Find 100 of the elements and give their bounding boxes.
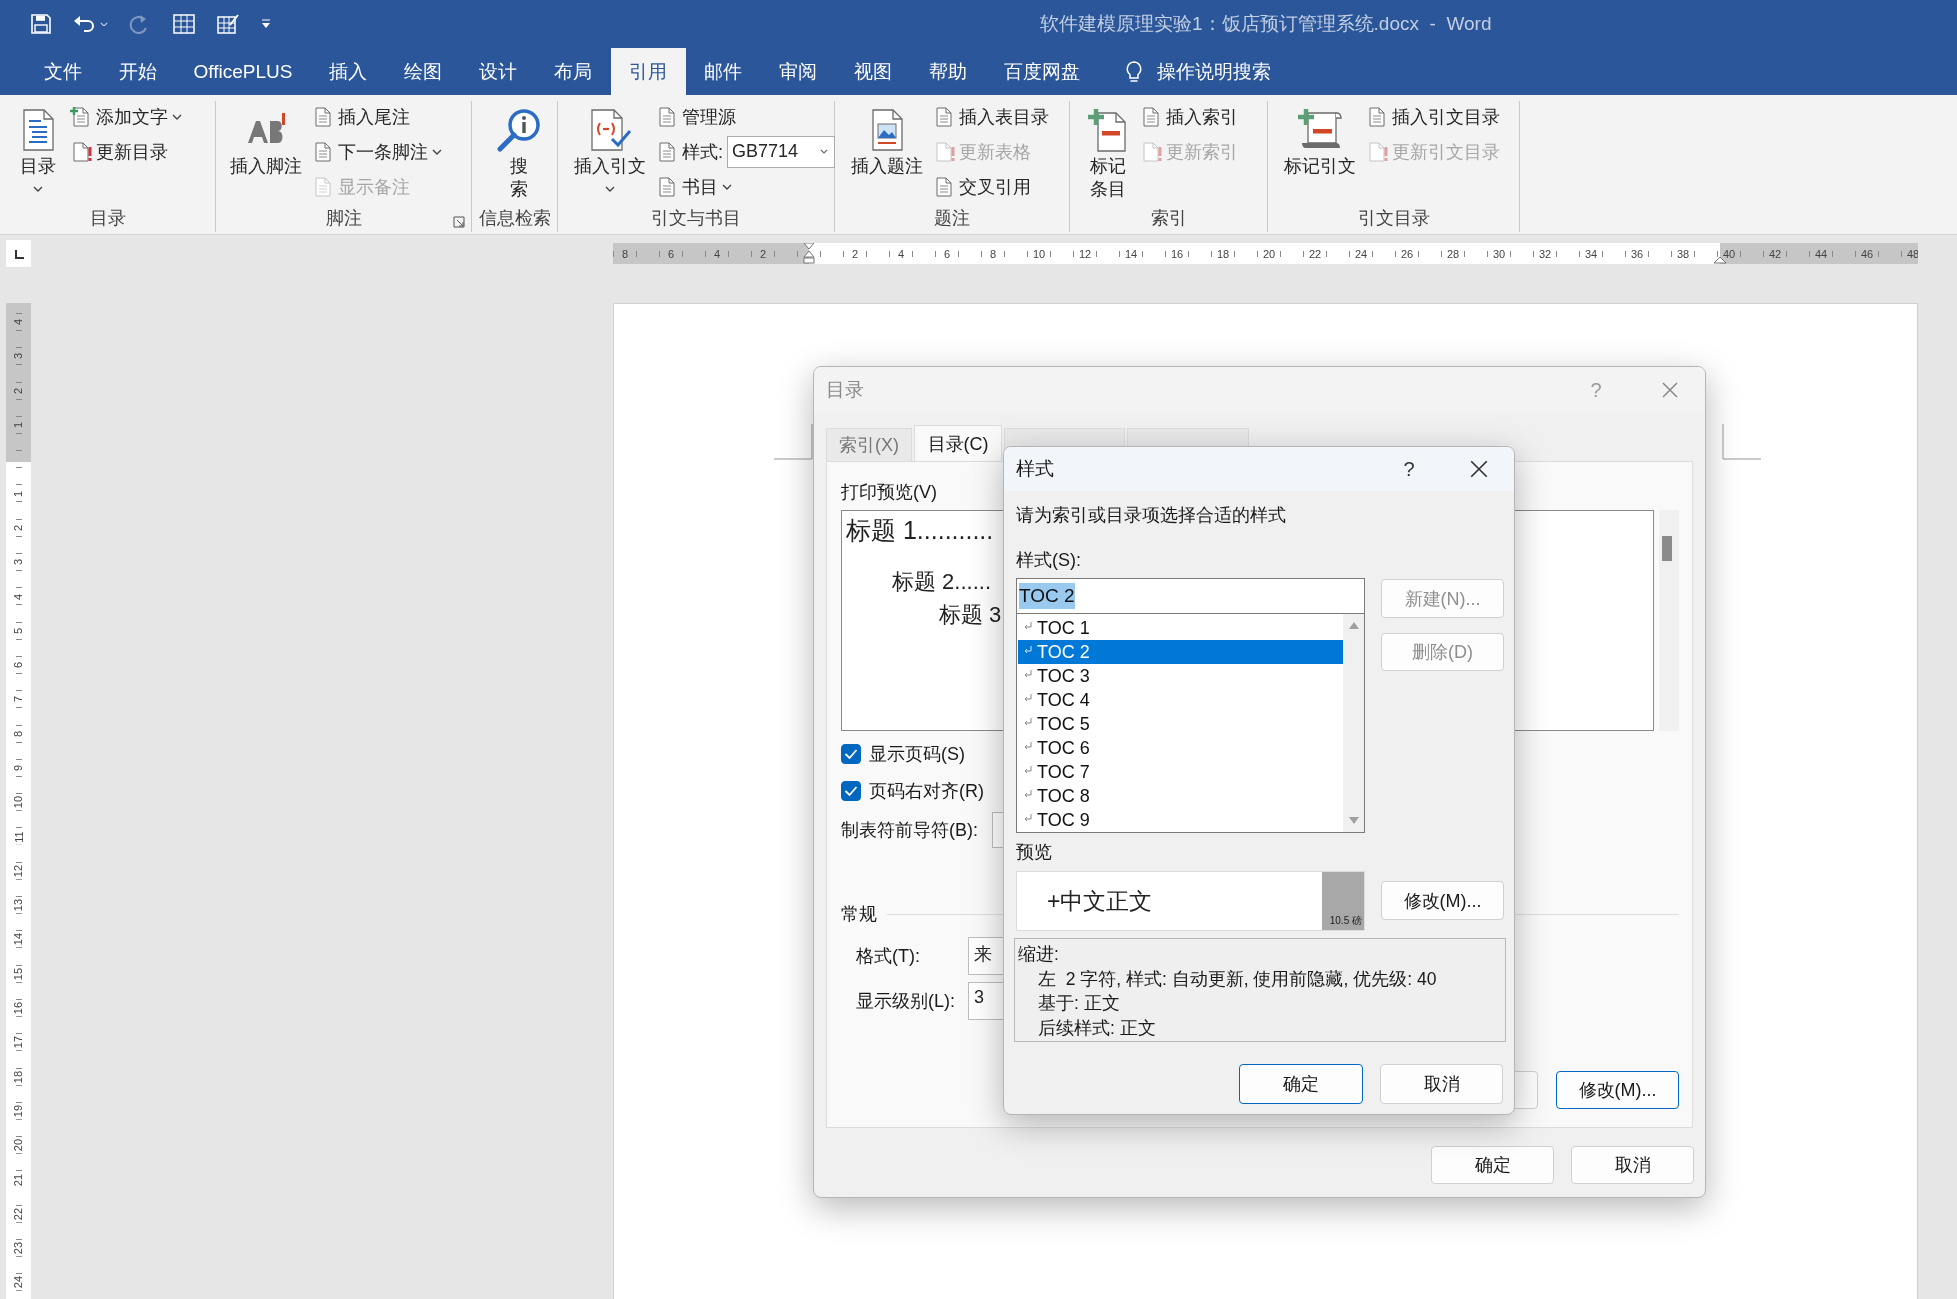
document-icon (933, 175, 955, 198)
dialog-tab[interactable]: 目录(C) (914, 425, 1002, 461)
document-alert-icon (70, 140, 92, 163)
dialog-button[interactable]: 确定 (1239, 1064, 1363, 1104)
ruler-number: 13 (12, 897, 25, 914)
ruler-number: 1 (12, 488, 25, 499)
style-list-item[interactable]: TOC 8 (1018, 784, 1343, 808)
document-icon (1140, 105, 1162, 128)
style-list-item[interactable]: TOC 9 (1018, 808, 1343, 832)
ruler-number: 38 (1674, 247, 1692, 260)
ribbon-command[interactable]: 插入尾注 (312, 99, 442, 134)
field-label: 样式(S): (1016, 550, 1081, 570)
ribbon-large-button[interactable]: 目录 (14, 105, 62, 200)
ribbon-command[interactable]: 交叉引用 (933, 169, 1049, 204)
document-icon (656, 175, 678, 198)
ribbon-tab[interactable]: 布局 (535, 48, 611, 95)
ribbon-command[interactable]: 下一条脚注 (312, 134, 442, 169)
ribbon-large-button[interactable]: 插入题注 (849, 105, 925, 178)
document-plus-icon (70, 105, 92, 128)
document-icon (656, 105, 678, 128)
ribbon-command[interactable]: 管理源 (656, 99, 835, 134)
check-icon (844, 748, 858, 760)
ribbon-command[interactable]: 插入引文目录 (1366, 99, 1500, 134)
modify-button[interactable]: 修改(M)... (1381, 881, 1504, 920)
horizontal-ruler[interactable]: 8 6 4 2 2 4 6 8 10 12 14 16 18 20 22 24 26 28 30 32 34 36 38 40 42 44 46 48 (613, 243, 1918, 264)
document-icon (312, 105, 334, 128)
ribbon-command[interactable]: 添加文字 (70, 99, 182, 134)
ruler-number: 2 (12, 385, 25, 396)
style-list-item[interactable]: TOC 6 (1018, 736, 1343, 760)
ruler-number: 15 (12, 965, 25, 982)
ruler-number: 18 (12, 1068, 25, 1085)
dialog-button[interactable]: 确定 (1431, 1146, 1554, 1184)
preview-heading: 标题 3 (939, 602, 1002, 627)
checkbox[interactable] (841, 744, 861, 764)
tell-me-search[interactable]: 操作说明搜索 (1124, 48, 1271, 95)
style-list-item[interactable]: TOC 2 (1018, 640, 1343, 664)
ribbon-tab[interactable]: 百度网盘 (985, 48, 1099, 95)
ruler-number: 4 (12, 591, 25, 602)
ruler-number: 2 (849, 247, 861, 260)
ruler-number: 18 (1214, 247, 1232, 260)
help-button[interactable]: ? (1387, 457, 1431, 481)
dialog-button[interactable]: 取消 (1571, 1146, 1694, 1184)
style-list-item[interactable]: TOC 4 (1018, 688, 1343, 712)
scroll-down-icon (1348, 817, 1359, 824)
style-dropdown[interactable]: GB7714 (727, 135, 835, 168)
ribbon-tab[interactable]: 帮助 (910, 48, 986, 95)
ruler-number: 23 (12, 1240, 25, 1257)
dialog-tab[interactable]: 索引(X) (826, 428, 912, 461)
caret-icon (33, 186, 43, 192)
ribbon-large-button[interactable]: 插入脚注 (228, 105, 304, 178)
vertical-ruler[interactable]: 4 3 2 1 1 2 3 4 5 6 7 8 9 10 11 12 13 14 15 16 17 18 19 20 21 22 23 24 (6, 303, 31, 1299)
style-list-item[interactable]: TOC 7 (1018, 760, 1343, 784)
tab-selector[interactable] (6, 240, 31, 267)
check-icon (844, 785, 858, 797)
ribbon-command[interactable]: 插入表目录 (933, 99, 1049, 134)
ruler-number: 16 (1168, 247, 1186, 260)
ribbon-command[interactable]: 插入索引 (1140, 99, 1238, 134)
ruler-number: 1 (12, 419, 25, 431)
ribbon-command[interactable]: 更新目录 (70, 134, 182, 169)
ribbon-tab[interactable]: 绘图 (385, 48, 461, 95)
ruler-number: 10 (12, 794, 25, 811)
group-label: 脚注 (325, 207, 362, 230)
document-alert-icon (933, 140, 955, 163)
document-icon (1366, 105, 1388, 128)
ribbon-tab[interactable]: OfficePLUS (175, 48, 311, 95)
ribbon-large-button[interactable]: 搜 索 (492, 105, 545, 201)
ribbon-tab[interactable]: 插入 (310, 48, 386, 95)
ribbon-tab[interactable]: 邮件 (685, 48, 761, 95)
style-list-item[interactable]: TOC 1 (1018, 616, 1343, 640)
ruler-number: 19 (12, 1102, 25, 1120)
ribbon-tab[interactable]: 设计 (460, 48, 536, 95)
ribbon-large-button[interactable]: 插入引文 (572, 105, 648, 200)
caret-icon (100, 21, 108, 27)
ribbon-large-button[interactable]: 标记 条目 (1084, 105, 1132, 201)
document-icon (933, 105, 955, 128)
ribbon-tab[interactable]: 审阅 (760, 48, 836, 95)
field-label: 格式(T): (856, 945, 921, 968)
ribbon-tab[interactable]: 文件 (25, 48, 100, 95)
scrollbar[interactable] (1343, 614, 1364, 832)
crop-mark (1722, 424, 1761, 460)
style-list-item[interactable]: TOC 3 (1018, 664, 1343, 688)
checkbox[interactable] (841, 781, 861, 801)
style-label: 样式: (682, 140, 723, 164)
ribbon-tab[interactable]: 引用 (610, 48, 686, 95)
dialog-button[interactable]: 取消 (1380, 1064, 1503, 1104)
scrollbar[interactable] (1659, 510, 1679, 731)
ribbon-tab[interactable]: 开始 (100, 48, 175, 95)
field-label: 显示级别(L): (856, 990, 956, 1013)
ruler-number: 7 (12, 694, 25, 705)
dialog-launcher[interactable] (453, 216, 465, 228)
ribbon-command[interactable]: 书目 (656, 169, 835, 204)
modify-button[interactable]: 修改(M)... (1556, 1071, 1679, 1109)
dialog-title: 目录 (826, 378, 864, 402)
ruler-number: 40 (1720, 247, 1738, 260)
ruler-number: 46 (1858, 247, 1876, 260)
ribbon-tab[interactable]: 视图 (835, 48, 911, 95)
style-name-field[interactable]: TOC 2 (1016, 578, 1365, 614)
indent-marker-icon (1713, 256, 1727, 264)
ribbon-large-button[interactable]: 标记引文 (1282, 105, 1358, 178)
style-list-item[interactable]: TOC 5 (1018, 712, 1343, 736)
